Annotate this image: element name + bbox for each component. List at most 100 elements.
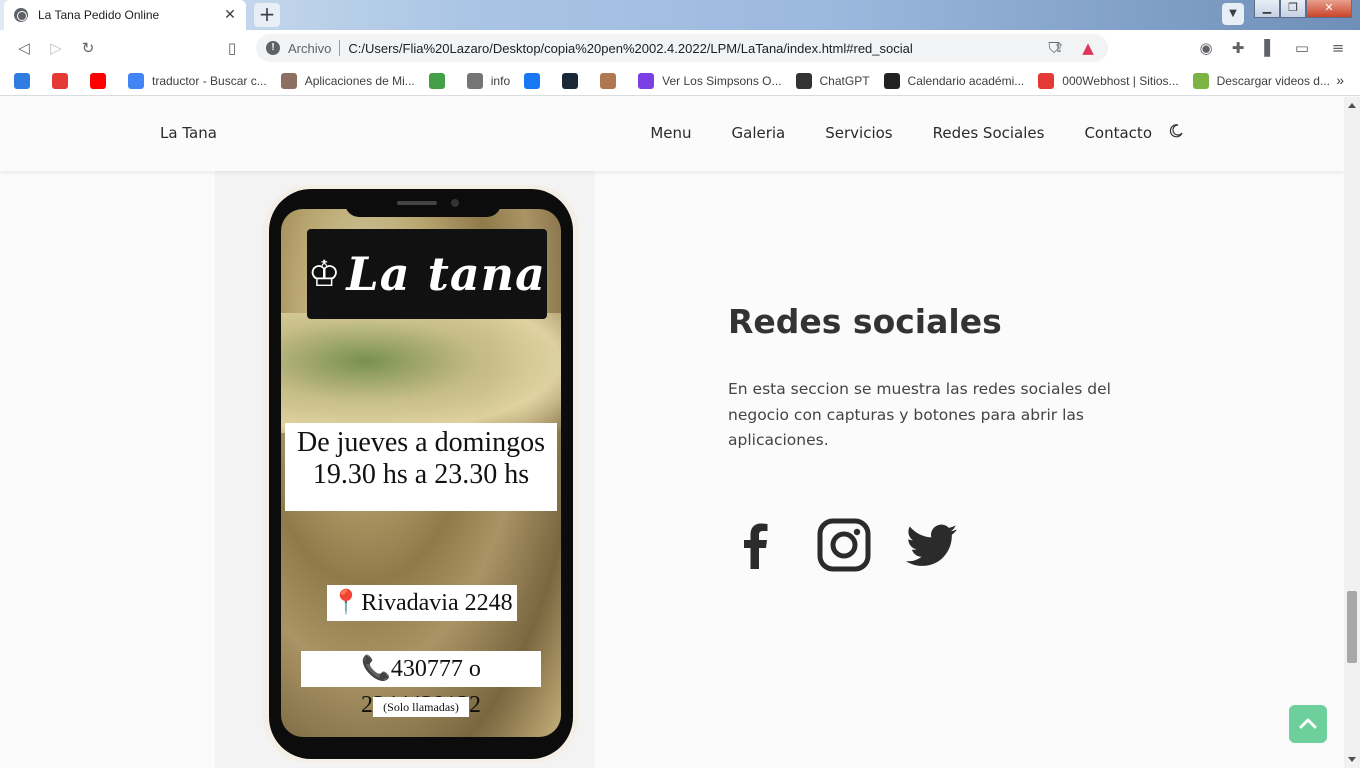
scrollbar-thumb[interactable]	[1347, 591, 1357, 663]
bookmark-item[interactable]	[52, 72, 76, 89]
scroll-down-arrow[interactable]	[1348, 757, 1356, 762]
phone-frame: ♔ La tana De jueves a domingos 19.30 hs …	[263, 185, 579, 763]
rewards-icon[interactable]: ▲	[1078, 38, 1098, 58]
bookmark-label: Ver Los Simpsons O...	[662, 73, 782, 88]
twitter-icon[interactable]	[904, 517, 960, 573]
globe-icon	[14, 8, 28, 22]
nav-link-contacto[interactable]: Contacto	[1084, 124, 1152, 142]
bookmark-item[interactable]	[600, 72, 624, 89]
moon-icon[interactable]	[1168, 123, 1184, 139]
nav-link-menu[interactable]: Menu	[650, 124, 691, 142]
url-text[interactable]: C:/Users/Flia%20Lazaro/Desktop/copia%20p…	[348, 41, 1050, 56]
poster-logo: ♔ La tana	[307, 229, 547, 319]
extensions-icon[interactable]: ✚	[1228, 38, 1248, 58]
food-photo	[281, 313, 561, 433]
bookmark-item[interactable]	[524, 72, 548, 89]
section-title: Redes sociales	[728, 302, 1002, 341]
address-bar[interactable]: ! Archivo C:/Users/Flia%20Lazaro/Desktop…	[256, 34, 1108, 62]
poster-phone: 📞430777 o 2344439132	[301, 651, 541, 718]
back-icon[interactable]: ◁	[14, 38, 34, 58]
browser-toolbar: ◁ ▷ ↻ ▯ ! Archivo C:/Users/Flia%20Lazaro…	[0, 30, 1360, 66]
phone-body: ♔ La tana De jueves a domingos 19.30 hs …	[269, 189, 573, 759]
back-to-top-button[interactable]	[1289, 705, 1327, 743]
maximize-button[interactable]: ❐	[1280, 0, 1306, 18]
tab-search-button[interactable]: ▼	[1222, 3, 1244, 25]
sidebar-icon[interactable]: ▌	[1260, 38, 1280, 58]
bookmark-favicon-icon	[1038, 72, 1055, 89]
bookmarks-more-button[interactable]: »	[1336, 72, 1344, 88]
minimize-button[interactable]: ▁	[1254, 0, 1280, 18]
bookmark-label: Descargar videos d...	[1216, 73, 1330, 88]
bookmark-item[interactable]	[562, 72, 586, 89]
bookmark-item[interactable]: info	[466, 72, 511, 89]
bookmark-label: 000Webhost | Sitios...	[1062, 73, 1179, 88]
section-description: En esta seccion se muestra las redes soc…	[728, 380, 1111, 449]
poster-image: ♔ La tana De jueves a domingos 19.30 hs …	[281, 209, 561, 737]
bookmark-item[interactable]	[90, 72, 114, 89]
browser-tab[interactable]: La Tana Pedido Online ✕	[4, 0, 246, 30]
phone-speaker	[397, 201, 437, 205]
chevron-up-icon	[1299, 718, 1317, 729]
bookmark-item[interactable]	[14, 72, 38, 89]
bookmark-favicon-icon	[1192, 72, 1209, 89]
bookmark-favicon-icon	[428, 72, 445, 89]
poster-address: 📍Rivadavia 2248	[327, 585, 517, 621]
poster-hours: De jueves a domingos 19.30 hs a 23.30 hs	[285, 423, 557, 511]
page-scrollbar[interactable]	[1344, 97, 1360, 768]
social-links	[728, 517, 992, 573]
bookmark-item[interactable]: Descargar videos d...	[1192, 72, 1330, 89]
phone-notch	[345, 189, 501, 217]
site-navbar: La Tana Menu Galeria Servicios Redes Soc…	[0, 97, 1344, 171]
bookmark-label: Calendario académi...	[907, 73, 1025, 88]
bookmark-favicon-icon	[466, 72, 483, 89]
bookmark-favicon-icon	[90, 72, 106, 89]
bookmark-favicon-icon	[883, 72, 900, 89]
new-tab-button[interactable]: +	[254, 3, 280, 27]
bookmark-favicon-icon	[14, 72, 30, 89]
menu-icon[interactable]: ≡	[1328, 38, 1348, 58]
bookmark-item[interactable]: ChatGPT	[795, 72, 870, 89]
reload-icon[interactable]: ↻	[78, 38, 98, 58]
site-brand[interactable]: La Tana	[160, 124, 217, 142]
facebook-icon[interactable]	[728, 517, 784, 573]
profile-icon[interactable]: ◉	[1196, 38, 1216, 58]
bookmark-item[interactable]: Ver Los Simpsons O...	[638, 72, 782, 89]
bookmark-favicon-icon	[600, 72, 617, 89]
forward-icon[interactable]: ▷	[46, 38, 66, 58]
nav-link-redes-sociales[interactable]: Redes Sociales	[933, 124, 1045, 142]
poster-hours-time: 19.30 hs a 23.30 hs	[312, 459, 530, 490]
bookmarks-bar: traductor - Buscar c... Aplicaciones de M…	[0, 66, 1360, 96]
nav-link-servicios[interactable]: Servicios	[825, 124, 892, 142]
bookmark-item[interactable]: Aplicaciones de Mi...	[280, 72, 415, 89]
wallet-icon[interactable]: ▭	[1292, 38, 1312, 58]
bookmark-item[interactable]: 000Webhost | Sitios...	[1038, 72, 1179, 89]
bookmark-item[interactable]: Calendario académi...	[883, 72, 1025, 89]
url-separator	[339, 40, 341, 56]
instagram-icon[interactable]	[816, 517, 872, 573]
nav-links: Menu Galeria Servicios Redes Sociales Co…	[610, 124, 1152, 142]
poster-hours-days: De jueves a domingos	[296, 427, 546, 458]
bookmark-favicon-icon	[795, 72, 812, 89]
bookmark-label: info	[490, 73, 511, 88]
bookmark-icon[interactable]: ▯	[222, 38, 242, 58]
bookmark-favicon-icon	[638, 72, 655, 89]
bookmark-favicon-icon	[562, 72, 579, 89]
tab-strip: La Tana Pedido Online ✕ + ▼ ▁ ❐ ✕	[0, 0, 1360, 30]
tab-title: La Tana Pedido Online	[38, 8, 160, 22]
page-viewport: La Tana Menu Galeria Servicios Redes Soc…	[0, 97, 1344, 768]
window-close-button[interactable]: ✕	[1306, 0, 1352, 18]
bookmark-favicon-icon	[524, 72, 541, 89]
url-scheme: Archivo	[288, 40, 332, 56]
brave-shield-icon[interactable]: ⛉	[1044, 38, 1064, 58]
bookmark-item[interactable]	[428, 72, 453, 89]
bookmark-label: Aplicaciones de Mi...	[304, 73, 415, 88]
scroll-up-arrow[interactable]	[1348, 103, 1356, 108]
poster-note: (Solo llamadas)	[373, 697, 469, 717]
info-icon[interactable]: !	[266, 41, 280, 55]
bookmark-favicon-icon	[280, 72, 297, 89]
bookmark-item[interactable]: traductor - Buscar c...	[128, 72, 267, 89]
bookmark-favicon-icon	[52, 72, 68, 89]
bookmark-label: traductor - Buscar c...	[152, 73, 267, 88]
nav-link-galeria[interactable]: Galeria	[732, 124, 786, 142]
tab-close-icon[interactable]: ✕	[222, 7, 238, 23]
